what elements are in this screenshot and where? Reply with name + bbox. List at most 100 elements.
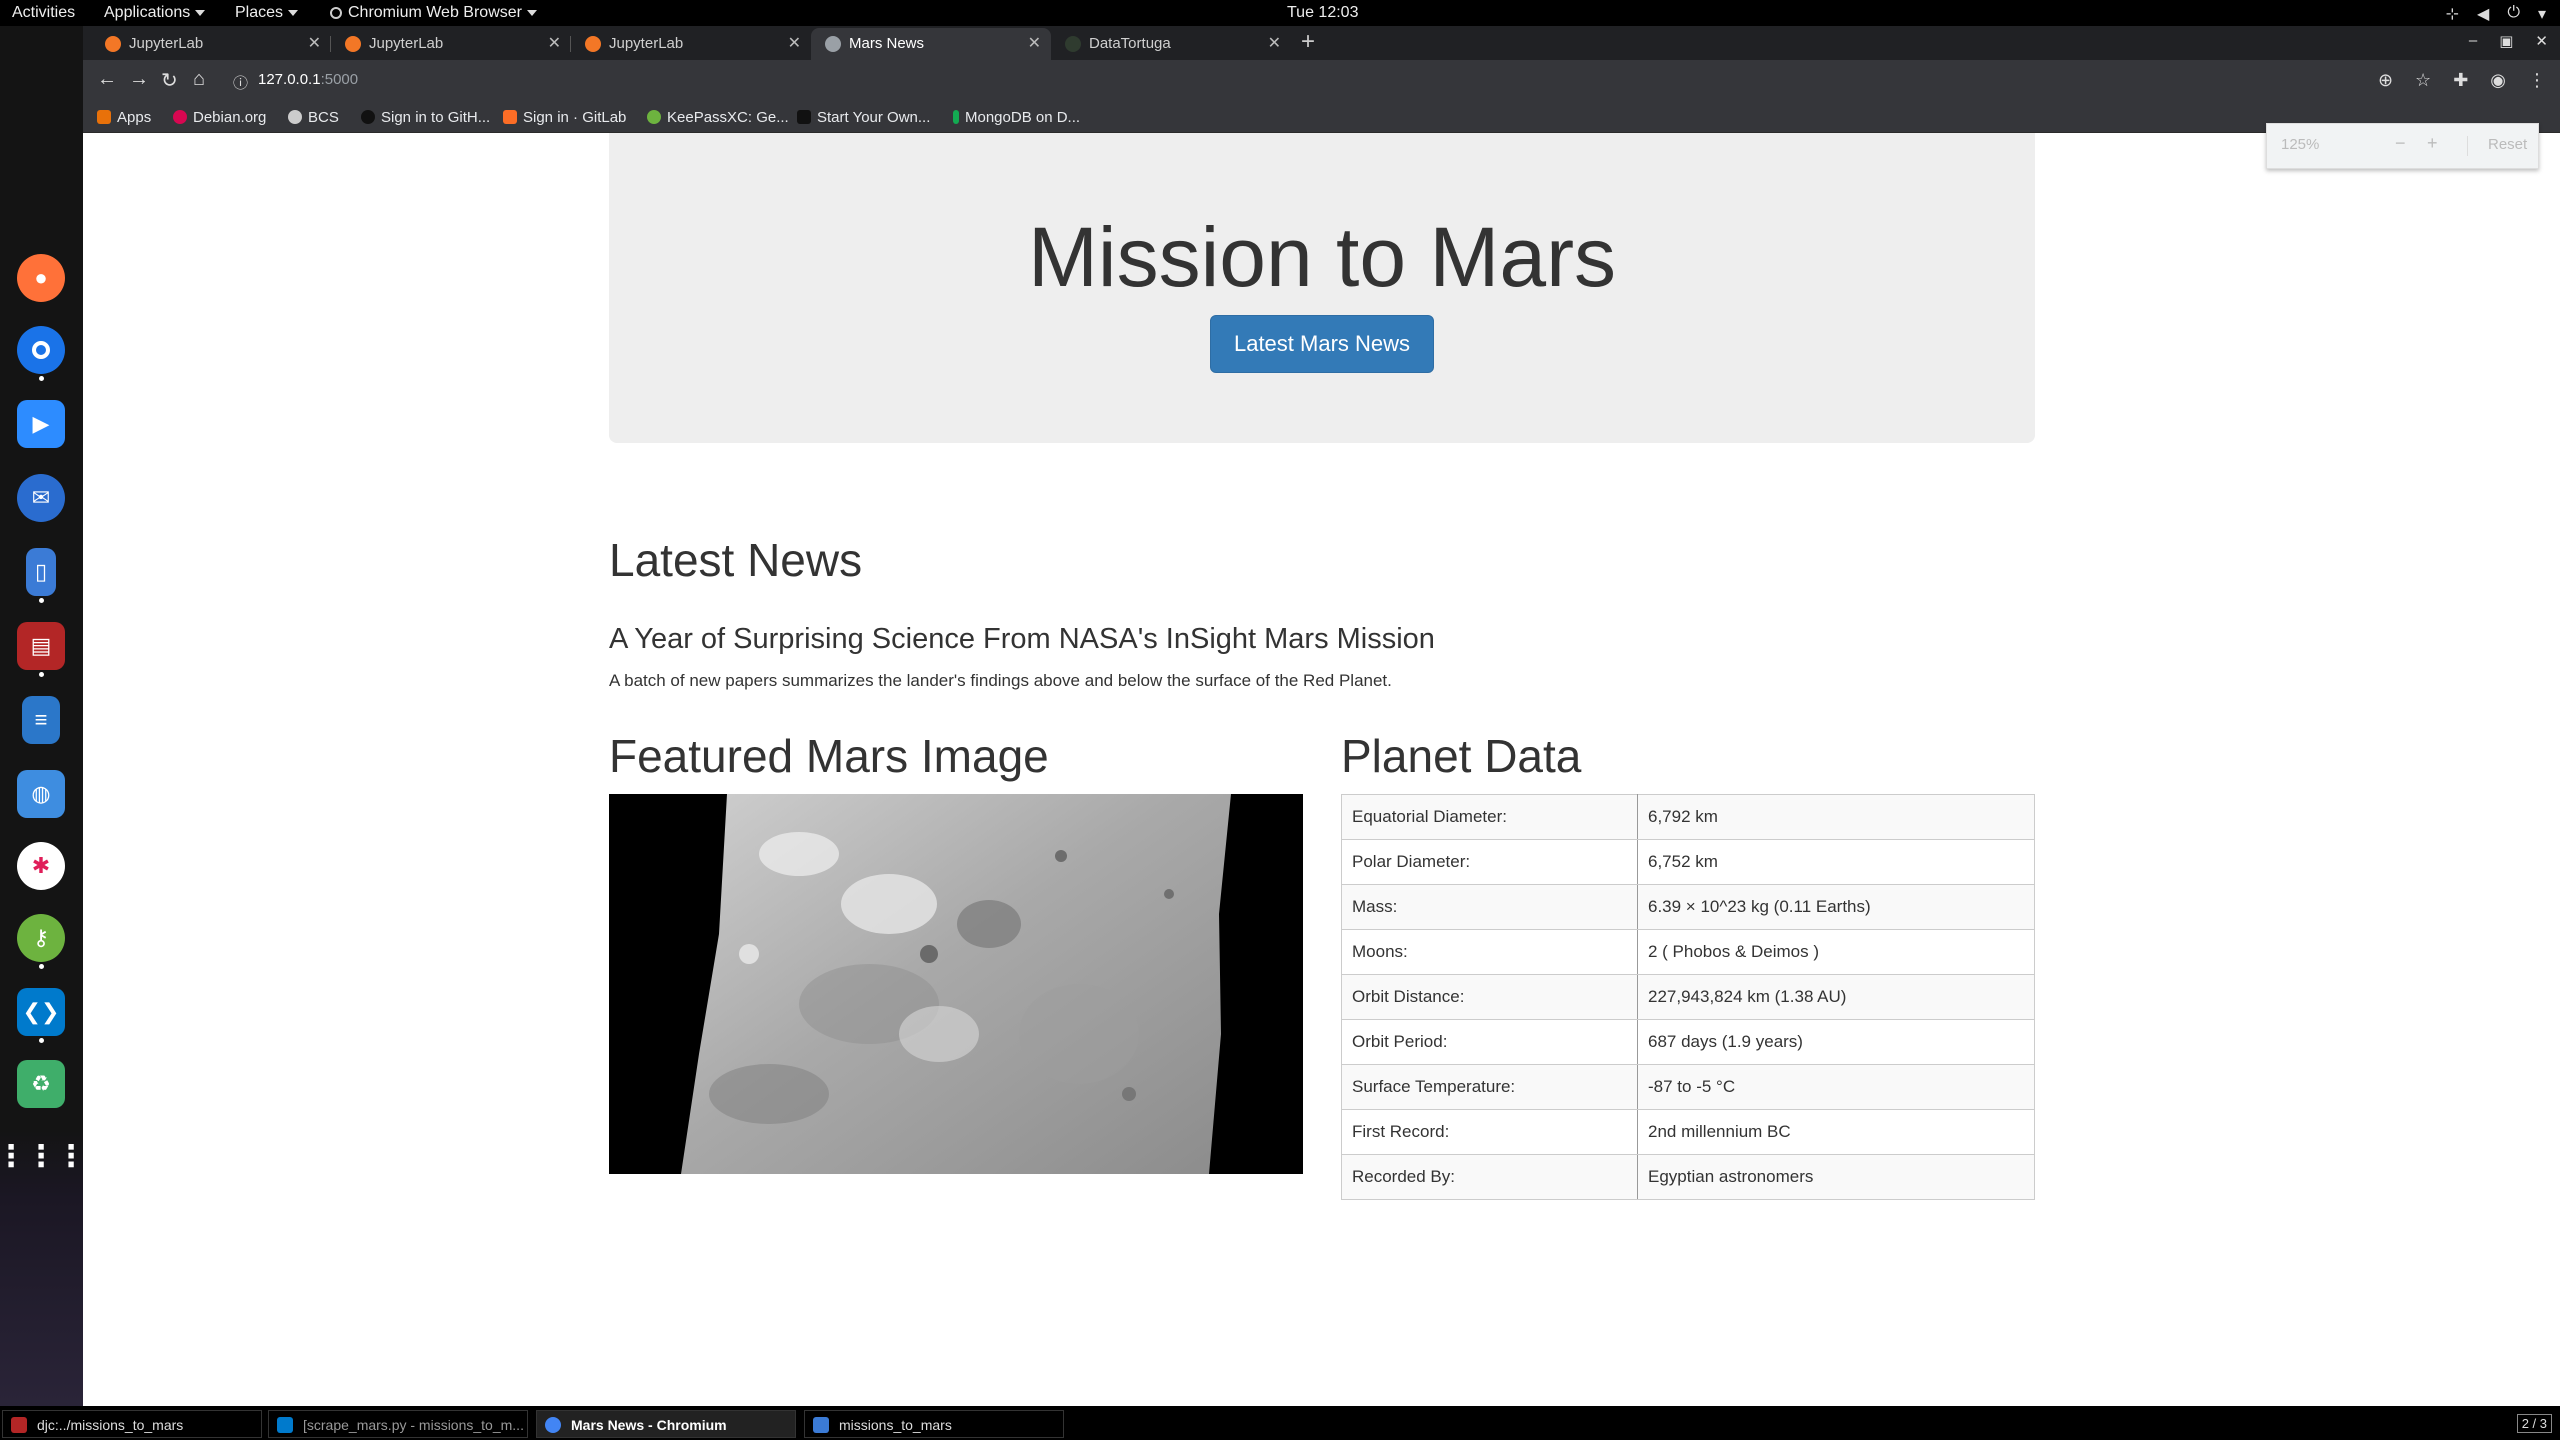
tab-jupyterlab-1[interactable]: JupyterLab ✕ xyxy=(91,28,331,60)
globe-icon xyxy=(825,36,841,52)
keepassxc-icon[interactable]: ⚷ xyxy=(17,914,65,962)
tab-datatortuga[interactable]: DataTortuga ✕ xyxy=(1051,28,1291,60)
close-icon[interactable]: ✕ xyxy=(1268,28,1281,60)
chromium-ring-icon xyxy=(32,341,50,359)
close-icon[interactable]: ✕ xyxy=(548,28,561,60)
home-icon[interactable]: ⌂ xyxy=(193,68,205,91)
page-title: Mission to Mars xyxy=(1027,210,1617,304)
reload-icon[interactable]: ↻ xyxy=(161,68,178,93)
bookmark-label: Sign in to GitH... xyxy=(381,109,491,126)
site-info-icon[interactable]: ⓘ xyxy=(233,72,248,93)
tab-jupyterlab-3[interactable]: JupyterLab ✕ xyxy=(571,28,811,60)
forward-icon[interactable]: → xyxy=(129,68,149,91)
table-row: Mass: 6.39 × 10^23 kg (0.11 Earths) xyxy=(1341,884,2035,930)
show-apps-icon[interactable]: ⋮⋮⋮ xyxy=(0,1132,86,1180)
bookmark-bcs[interactable]: BCS xyxy=(288,109,339,126)
terminal-icon[interactable]: ▤ xyxy=(17,622,65,670)
planet-data-table: Equatorial Diameter: 6,792 km Polar Diame… xyxy=(1341,794,2035,1200)
row-label: Surface Temperature: xyxy=(1341,1064,1638,1110)
chromium-icon[interactable] xyxy=(17,326,65,374)
jupyter-icon xyxy=(585,36,601,52)
page-icon xyxy=(797,110,811,124)
extensions-icon[interactable]: ✚ xyxy=(2453,70,2468,91)
close-icon[interactable]: ✕ xyxy=(308,28,321,60)
zoom-popup: 125% − + Reset xyxy=(2266,123,2539,169)
github-icon xyxy=(361,110,375,124)
new-tab-button[interactable]: + xyxy=(1301,30,1315,54)
bookmark-apps[interactable]: Apps xyxy=(97,109,151,126)
web-page: Mission to Mars Latest Mars News Latest … xyxy=(83,133,2560,1432)
trash-icon[interactable]: ♻ xyxy=(17,1060,65,1108)
clock[interactable]: Tue 12:03 xyxy=(1287,4,1358,22)
thunderbird-icon[interactable]: ✉ xyxy=(17,474,65,522)
row-label: First Record: xyxy=(1341,1109,1638,1155)
taskbar-item-terminal[interactable]: djc:../missions_to_mars xyxy=(2,1410,262,1438)
url-host: 127.0.0.1 xyxy=(258,71,321,88)
bookmark-github[interactable]: Sign in to GitH... xyxy=(361,109,490,126)
zoom-icon[interactable]: ⊕ xyxy=(2378,70,2393,91)
workspace-indicator[interactable]: 2 / 3 xyxy=(2516,1414,2552,1433)
toolbar-actions: ⊕ ☆ ✚ ◉ ⋮ xyxy=(2378,70,2546,91)
close-icon[interactable]: ✕ xyxy=(788,28,801,60)
chevron-down-icon xyxy=(288,9,299,16)
chromium-icon xyxy=(545,1417,561,1433)
tab-label: DataTortuga xyxy=(1089,35,1171,52)
running-indicator xyxy=(39,376,44,381)
vscode-icon[interactable]: ❮❯ xyxy=(17,988,65,1036)
tab-mars-news[interactable]: Mars News ✕ xyxy=(811,28,1051,60)
bookmark-gitlab[interactable]: Sign in · GitLab xyxy=(503,109,626,126)
back-icon[interactable]: ← xyxy=(97,68,117,91)
row-value: 6,792 km xyxy=(1637,794,2035,840)
zoom-out-button[interactable]: − xyxy=(2395,133,2406,154)
active-app-menu[interactable]: Chromium Web Browser xyxy=(330,4,537,22)
row-value: 6,752 km xyxy=(1637,839,2035,885)
zoom-icon[interactable]: ▶ xyxy=(17,400,65,448)
zoom-divider xyxy=(2467,136,2468,156)
bookmark-star-icon[interactable]: ☆ xyxy=(2415,70,2431,91)
close-window-icon[interactable]: ✕ xyxy=(2535,32,2548,50)
jumbotron: Mission to Mars Latest Mars News xyxy=(609,133,2035,443)
software-store-icon[interactable]: ◍ xyxy=(17,770,65,818)
activities-button[interactable]: Activities xyxy=(12,4,75,22)
featured-image-heading: Featured Mars Image xyxy=(609,730,1049,782)
maximize-icon[interactable]: ▣ xyxy=(2499,32,2513,50)
latest-mars-news-button[interactable]: Latest Mars News xyxy=(1210,315,1434,373)
phone-app-icon[interactable]: ▯ xyxy=(26,548,56,596)
bookmark-label: Apps xyxy=(117,109,152,126)
taskbar-item-vscode[interactable]: [scrape_mars.py - missions_to_m... xyxy=(268,1410,528,1438)
bookmark-label: BCS xyxy=(308,109,339,126)
minimize-icon[interactable]: – xyxy=(2469,32,2477,50)
url-port: :5000 xyxy=(320,71,359,88)
row-value: 2 ( Phobos & Deimos ) xyxy=(1637,929,2035,975)
zoom-in-button[interactable]: + xyxy=(2427,133,2438,154)
profile-avatar-icon[interactable]: ◉ xyxy=(2490,70,2506,91)
address-bar[interactable]: 127.0.0.1:5000 xyxy=(258,71,358,88)
system-status-area[interactable]: ⊹ ◀ ⏻ ▾ xyxy=(2446,4,2546,24)
bookmark-mongodb[interactable]: MongoDB on D... xyxy=(953,109,1080,126)
slack-icon[interactable]: ✱ xyxy=(17,842,65,890)
zoom-reset-button[interactable]: Reset xyxy=(2488,136,2527,153)
bookmark-start-your-own[interactable]: Start Your Own... xyxy=(797,109,930,126)
bookmark-debian[interactable]: Debian.org xyxy=(173,109,266,126)
applications-menu[interactable]: Applications xyxy=(104,4,206,22)
apps-grid-icon xyxy=(97,110,111,124)
bookmark-keepassxc[interactable]: KeePassXC: Ge... xyxy=(647,109,789,126)
close-icon[interactable]: ✕ xyxy=(1028,28,1041,60)
bookmark-label: Sign in · GitLab xyxy=(523,109,627,126)
tab-jupyterlab-2[interactable]: JupyterLab ✕ xyxy=(331,28,571,60)
taskbar-item-label: Mars News - Chromium xyxy=(571,1417,727,1433)
document-icon xyxy=(813,1417,829,1433)
libreoffice-writer-icon[interactable]: ≡ xyxy=(22,696,60,744)
places-menu[interactable]: Places xyxy=(235,4,299,22)
row-value: -87 to -5 °C xyxy=(1637,1064,2035,1110)
taskbar-item-chromium[interactable]: Mars News - Chromium xyxy=(536,1410,796,1438)
taskbar-item-files[interactable]: missions_to_mars xyxy=(804,1410,1064,1438)
firefox-icon[interactable]: ● xyxy=(17,254,65,302)
browser-toolbar: ← → ↻ ⌂ ⓘ 127.0.0.1:5000 ⊕ ☆ ✚ ◉ ⋮ xyxy=(83,60,2560,104)
chevron-down-icon xyxy=(526,9,537,16)
table-row: Surface Temperature: -87 to -5 °C xyxy=(1341,1064,2035,1110)
tab-strip: JupyterLab ✕ JupyterLab ✕ JupyterLab ✕ M… xyxy=(83,26,2560,60)
taskbar-item-label: [scrape_mars.py - missions_to_m... xyxy=(303,1417,524,1433)
menu-dots-icon[interactable]: ⋮ xyxy=(2528,70,2546,91)
news-title: A Year of Surprising Science From NASA's… xyxy=(609,623,1435,655)
